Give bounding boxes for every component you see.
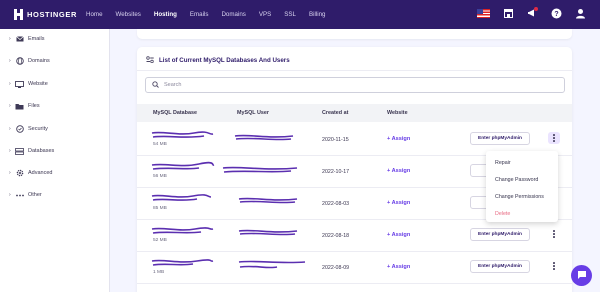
nav-hosting[interactable]: Hosting (154, 11, 177, 18)
sidebar-item-label: Files (28, 103, 40, 109)
sidebar-item-domains[interactable]: › Domains (9, 57, 50, 65)
nav-vps[interactable]: VPS (259, 11, 271, 18)
menu-item-change-password[interactable]: Change Password (486, 171, 558, 188)
more-options-icon[interactable] (548, 228, 560, 240)
redacted-database-name (151, 161, 215, 170)
menu-item-delete[interactable]: Delete (486, 205, 558, 222)
redacted-user-name (222, 166, 298, 173)
settings-list-icon (146, 56, 154, 65)
sidebar-item-label: Other (28, 192, 42, 198)
row-actions-menu: Repair Change Password Change Permission… (486, 151, 558, 222)
search-input[interactable] (164, 82, 544, 88)
sidebar-item-label: Website (28, 81, 48, 87)
table-row: 52 MB 2022-08-18 + Assign Enter phpMyAdm… (137, 220, 572, 252)
sidebar-item-label: Security (28, 126, 48, 132)
sidebar-item-label: Databases (28, 148, 55, 154)
sidebar-item-label: Domains (28, 58, 50, 64)
topbar-actions: ? (477, 7, 586, 19)
brand-name: HOSTINGER (27, 10, 77, 19)
database-size: 52 MB (153, 238, 167, 243)
created-date: 2022-08-18 (322, 233, 350, 239)
chat-button[interactable] (571, 265, 592, 286)
more-options-icon[interactable] (548, 132, 560, 144)
us-flag-icon[interactable] (477, 8, 490, 18)
mail-icon (15, 35, 24, 43)
hostinger-logo[interactable]: HOSTINGER (14, 9, 86, 20)
shield-icon (15, 125, 24, 133)
created-date: 2020-11-15 (322, 137, 349, 143)
redacted-database-name (151, 131, 214, 138)
column-header-website: Website (387, 110, 408, 116)
monitor-icon (15, 80, 24, 88)
column-header-user: MySQL User (237, 110, 269, 116)
redacted-user-name (234, 134, 294, 141)
redacted-database-name (151, 259, 214, 266)
sidebar-item-databases[interactable]: › Databases (9, 147, 54, 155)
menu-item-repair[interactable]: Repair (486, 154, 558, 171)
sidebar-item-other[interactable]: › Other (9, 191, 42, 199)
database-size: 85 MB (153, 206, 167, 211)
sidebar-item-emails[interactable]: › Emails (9, 35, 45, 43)
table-row: 1 MB 2022-08-09 + Assign Enter phpMyAdmi… (137, 252, 572, 284)
database-size: 54 MB (153, 142, 167, 147)
created-date: 2022-08-03 (322, 201, 350, 207)
enter-phpmyadmin-button[interactable]: Enter phpMyAdmin (470, 228, 530, 241)
assign-website-button[interactable]: + Assign (387, 136, 410, 142)
nav-websites[interactable]: Websites (116, 11, 141, 18)
redacted-user-name (238, 197, 298, 204)
nav-ssl[interactable]: SSL (284, 11, 296, 18)
sidebar-item-label: Emails (28, 36, 45, 42)
assign-website-button[interactable]: + Assign (387, 232, 410, 238)
sidebar-item-files[interactable]: › Files (9, 102, 40, 110)
more-options-icon[interactable] (548, 260, 560, 272)
top-navigation-bar: HOSTINGER Home Websites Hosting Emails D… (0, 0, 600, 29)
assign-website-button[interactable]: + Assign (387, 168, 410, 174)
hostinger-logo-icon (14, 9, 23, 20)
redacted-database-name (151, 194, 212, 201)
search-box[interactable] (145, 77, 565, 93)
svg-text:?: ? (554, 11, 558, 18)
more-icon (15, 191, 24, 199)
nav-domains[interactable]: Domains (221, 11, 245, 18)
sidebar-item-advanced[interactable]: › Advanced (9, 169, 52, 177)
sidebar-item-website[interactable]: › Website (9, 80, 48, 88)
column-header-database: MySQL Database (153, 110, 197, 116)
store-icon[interactable] (502, 7, 514, 19)
notification-icon[interactable] (526, 7, 538, 19)
search-icon (152, 80, 159, 90)
enter-phpmyadmin-button[interactable]: Enter phpMyAdmin (470, 132, 530, 145)
panel-header: List of Current MySQL Databases And User… (146, 56, 290, 65)
nav-emails[interactable]: Emails (190, 11, 209, 18)
database-size: 56 MB (153, 174, 167, 179)
created-date: 2022-10-17 (322, 169, 350, 175)
database-icon (15, 147, 24, 155)
column-header-created: Created at (322, 110, 349, 116)
notification-badge (534, 7, 538, 11)
assign-website-button[interactable]: + Assign (387, 200, 410, 206)
help-icon[interactable]: ? (550, 7, 562, 19)
assign-website-button[interactable]: + Assign (387, 264, 410, 270)
previous-card (137, 29, 572, 39)
folder-icon (15, 102, 24, 110)
divider (137, 70, 572, 71)
redacted-user-name (238, 229, 298, 236)
menu-item-change-permissions[interactable]: Change Permissions (486, 188, 558, 205)
globe-icon (15, 57, 24, 65)
created-date: 2022-08-09 (322, 265, 350, 271)
redacted-database-name (151, 227, 214, 234)
sidebar-item-security[interactable]: › Security (9, 125, 48, 133)
redacted-user-name (238, 260, 306, 269)
sidebar: › Emails › Domains › Website › Files › S… (0, 29, 110, 292)
main-nav: Home Websites Hosting Emails Domains VPS… (86, 11, 339, 18)
table-header: MySQL Database MySQL User Created at Web… (137, 104, 572, 122)
database-size: 1 MB (153, 270, 165, 275)
nav-home[interactable]: Home (86, 11, 103, 18)
chat-icon (577, 270, 587, 282)
panel-title: List of Current MySQL Databases And User… (159, 57, 290, 64)
sidebar-item-label: Advanced (28, 170, 53, 176)
nav-billing[interactable]: Billing (309, 11, 326, 18)
account-icon[interactable] (574, 7, 586, 19)
gear-icon (15, 169, 24, 177)
enter-phpmyadmin-button[interactable]: Enter phpMyAdmin (470, 260, 530, 273)
